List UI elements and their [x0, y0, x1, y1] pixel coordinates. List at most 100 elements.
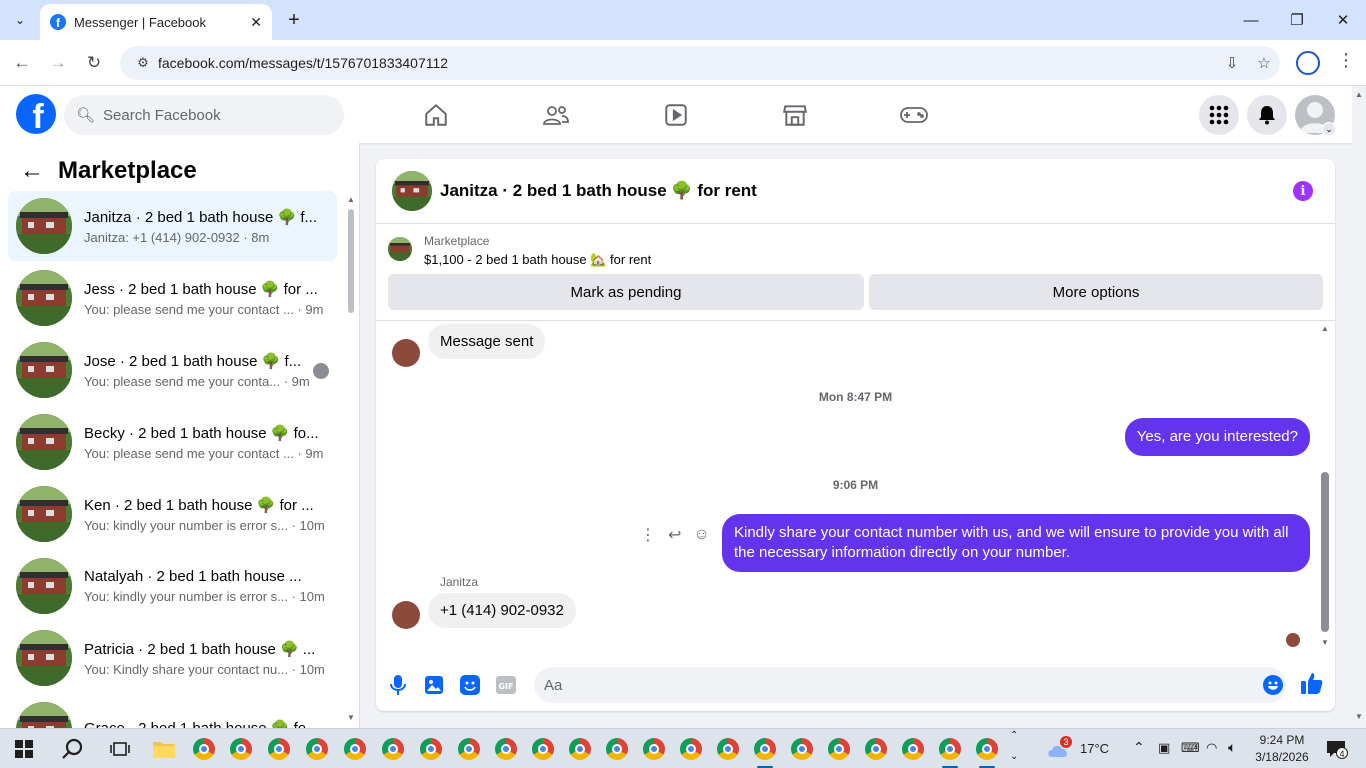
chrome-icon[interactable] [457, 737, 481, 761]
gif-icon[interactable]: GIF [495, 674, 517, 696]
chrome-icon[interactable] [419, 737, 443, 761]
browser-profile-icon[interactable] [1296, 51, 1320, 75]
clock-date[interactable]: 3/18/2026 [1252, 750, 1312, 764]
chrome-icon[interactable] [753, 737, 777, 761]
input-method-icon[interactable]: ⌨ [1181, 740, 1200, 756]
scrollbar-thumb[interactable] [348, 209, 354, 313]
gaming-icon[interactable] [898, 100, 930, 130]
listing-thumbnail[interactable] [388, 237, 412, 261]
chrome-icon[interactable] [864, 737, 888, 761]
chrome-profile-icon[interactable] [192, 737, 216, 761]
facebook-logo-icon[interactable]: f [16, 94, 56, 134]
conversation-item[interactable]: Ken · 2 bed 1 bath house 🌳 for ... You: … [8, 479, 337, 549]
search-box[interactable]: 🔍︎ [64, 95, 344, 135]
chrome-icon[interactable] [642, 737, 666, 761]
chat-scrollbar[interactable]: ▲ ▼ [1318, 322, 1332, 652]
conversation-item[interactable]: Becky · 2 bed 1 bath house 🌳 fo... You: … [8, 407, 337, 477]
outgoing-message[interactable]: Kindly share your contact number with us… [722, 514, 1310, 572]
chrome-icon[interactable] [305, 737, 329, 761]
chrome-icon[interactable] [790, 737, 814, 761]
friends-icon[interactable] [540, 100, 572, 130]
more-options-button[interactable]: More options [869, 274, 1323, 310]
home-icon[interactable] [420, 100, 452, 130]
chrome-icon[interactable] [531, 737, 555, 761]
address-bar[interactable]: ⚙ facebook.com/messages/t/15767018334071… [120, 46, 1280, 80]
chrome-icon[interactable] [343, 737, 367, 761]
account-chevron-down-icon[interactable]: ⌄ [1322, 122, 1336, 136]
scroll-up-icon[interactable]: ▲ [1321, 324, 1329, 333]
tab-close-icon[interactable]: ✕ [250, 14, 262, 31]
window-close-icon[interactable]: ✕ [1320, 0, 1366, 40]
menu-grid-icon[interactable] [1199, 95, 1239, 135]
reply-icon[interactable]: ↩ [668, 525, 681, 545]
conversation-item[interactable]: Jess · 2 bed 1 bath house 🌳 for ... You:… [8, 263, 337, 333]
message-input[interactable] [534, 667, 1286, 703]
site-info-icon[interactable]: ⚙ [128, 55, 158, 71]
meet-now-icon[interactable]: ▣ [1158, 740, 1170, 756]
reload-icon[interactable]: ↻ [81, 50, 107, 76]
scroll-down-icon[interactable]: ▼ [1321, 638, 1329, 647]
outgoing-message[interactable]: Yes, are you interested? [1124, 418, 1310, 456]
new-tab-icon[interactable]: + [282, 8, 306, 32]
back-arrow-icon[interactable]: ← [20, 157, 44, 185]
scroll-down-icon[interactable]: ▼ [347, 713, 355, 722]
clock-time[interactable]: 9:24 PM [1252, 733, 1312, 747]
restore-icon[interactable]: ❐ [1274, 0, 1320, 40]
microphone-icon[interactable] [387, 674, 409, 696]
chrome-icon[interactable] [901, 737, 925, 761]
listing-title[interactable]: $1,100 - 2 bed 1 bath house 🏡 for rent [424, 252, 651, 268]
chrome-icon[interactable] [679, 737, 703, 761]
page-scrollbar[interactable]: ▲ ▼ [1352, 86, 1366, 728]
browser-tab-messenger[interactable]: f Messenger | Facebook ✕ [40, 4, 272, 40]
taskbar-overflow-up-icon[interactable]: ⌃ [1010, 730, 1018, 741]
minimize-icon[interactable]: — [1228, 0, 1274, 40]
scroll-up-icon[interactable]: ▲ [347, 195, 355, 204]
chrome-icon[interactable] [716, 737, 740, 761]
bookmark-star-icon[interactable]: ☆ [1248, 54, 1280, 72]
conversation-item[interactable]: Grace · 2 bed 1 bath house 🌳 fo... [8, 695, 337, 728]
taskbar-overflow-down-icon[interactable]: ⌄ [1010, 751, 1018, 762]
like-thumbs-up-icon[interactable] [1301, 672, 1323, 694]
chrome-icon[interactable] [494, 737, 518, 761]
photo-icon[interactable] [423, 674, 445, 696]
contact-avatar[interactable] [392, 601, 420, 629]
search-input[interactable] [103, 106, 324, 124]
chrome-icon[interactable] [938, 737, 962, 761]
volume-icon[interactable]: 🔈︎ [1228, 739, 1236, 756]
emoji-icon[interactable] [1262, 674, 1284, 696]
chrome-icon[interactable] [975, 737, 999, 761]
chrome-icon[interactable] [568, 737, 592, 761]
conversation-list-scrollbar[interactable]: ▲ ▼ [346, 193, 356, 723]
forward-icon[interactable]: → [45, 50, 71, 76]
back-icon[interactable]: ← [9, 50, 35, 76]
taskbar-search-icon[interactable] [60, 737, 84, 761]
mark-as-pending-button[interactable]: Mark as pending [388, 274, 864, 310]
marketplace-icon[interactable] [779, 100, 811, 130]
incoming-message[interactable]: Message sent [428, 324, 546, 359]
browser-menu-icon[interactable]: ⋮ [1334, 50, 1358, 76]
install-app-icon[interactable]: ⇩ [1216, 54, 1248, 72]
chrome-icon[interactable] [827, 737, 851, 761]
notifications-bell-icon[interactable] [1247, 95, 1287, 135]
show-hidden-icons-icon[interactable]: ⌃ [1133, 739, 1145, 756]
chat-title[interactable]: Janitza · 2 bed 1 bath house 🌳 for rent [440, 181, 757, 201]
react-emoji-icon[interactable]: ☺ [693, 526, 709, 544]
file-explorer-icon[interactable] [152, 737, 176, 761]
video-icon[interactable] [660, 100, 692, 130]
scrollbar-thumb[interactable] [1321, 472, 1329, 632]
wifi-icon[interactable]: ◠ [1206, 740, 1217, 756]
scroll-up-icon[interactable]: ▲ [1355, 90, 1363, 99]
chrome-icon[interactable] [267, 737, 291, 761]
sticker-icon[interactable] [459, 674, 481, 696]
tab-search-icon[interactable]: ⌄ [8, 8, 32, 32]
chat-house-thumbnail[interactable] [392, 171, 432, 211]
conversation-item[interactable]: Patricia · 2 bed 1 bath house 🌳 ... You:… [8, 623, 337, 693]
chrome-icon[interactable] [229, 737, 253, 761]
task-view-icon[interactable] [108, 737, 132, 761]
contact-avatar[interactable] [392, 339, 420, 367]
weather-temperature[interactable]: 17°C [1080, 741, 1109, 756]
more-actions-icon[interactable]: ⋮ [640, 525, 656, 545]
conversation-item[interactable]: Janitza · 2 bed 1 bath house 🌳 f... Jani… [8, 191, 337, 261]
conversation-item[interactable]: Natalyah · 2 bed 1 bath house ... You: k… [8, 551, 337, 621]
incoming-message[interactable]: +1 (414) 902-0932 [428, 593, 576, 628]
